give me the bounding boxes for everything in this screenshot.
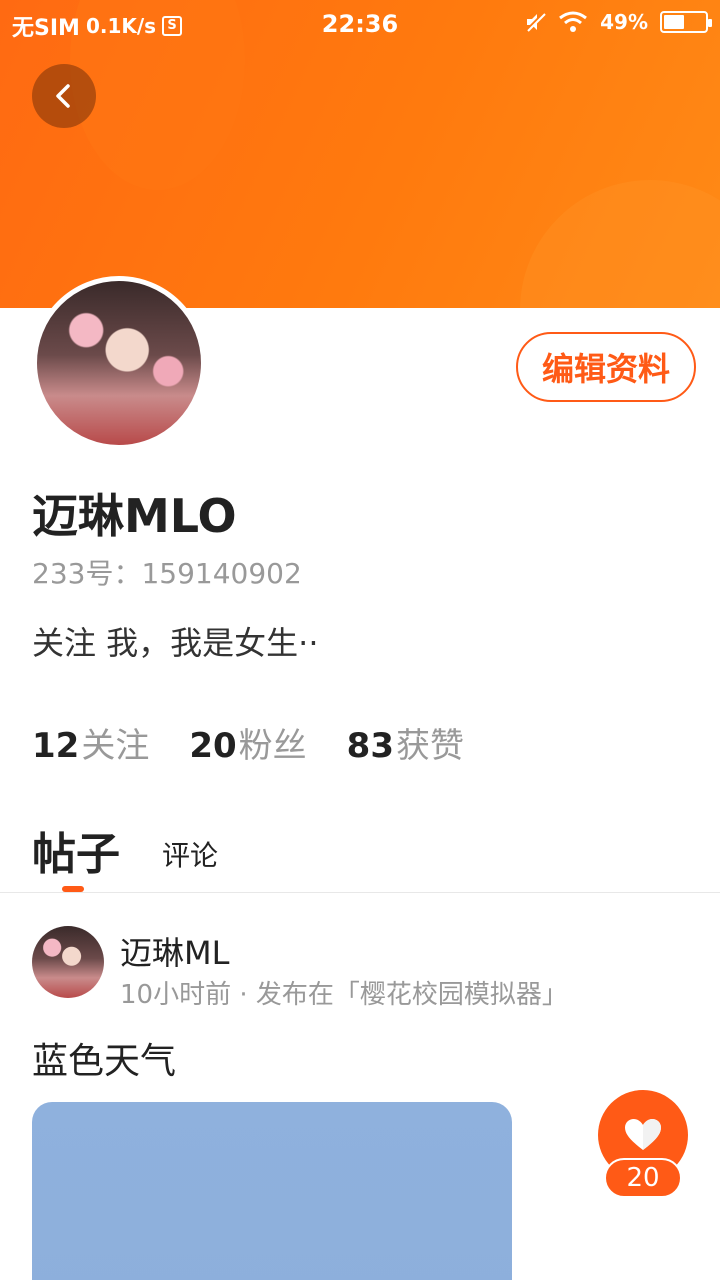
post-author-name[interactable]: 迈琳ML (120, 928, 229, 974)
profile-bio: 关注 我，我是女生·· (32, 624, 319, 662)
post-title[interactable]: 蓝色天气 (32, 1032, 176, 1084)
tab-comments[interactable]: 评论 (162, 834, 218, 882)
stat-number: 12 (32, 726, 80, 766)
battery-percent: 49% (600, 10, 648, 34)
status-bar: 无SIM 0.1K/s S 22:36 49% (0, 0, 720, 50)
chevron-left-icon (56, 84, 70, 108)
heart-icon (625, 1119, 661, 1150)
profile-id: 233号：159140902 (32, 557, 302, 590)
tabs-divider (0, 892, 720, 893)
back-button[interactable] (32, 64, 96, 128)
banner-decoration (520, 180, 720, 308)
stat-label: 关注 (81, 726, 150, 766)
post-image[interactable] (32, 1102, 512, 1280)
post-author-avatar[interactable] (32, 926, 104, 998)
wifi-icon (559, 11, 588, 32)
edit-profile-button[interactable]: 编辑资料 (516, 332, 696, 402)
profile-stats: 12 关注 20 粉丝 83 获赞 (32, 718, 464, 767)
status-right: 49% (524, 10, 712, 34)
battery-fill (664, 15, 684, 29)
tab-posts-label: 帖子 (32, 829, 120, 880)
stat-label: 粉丝 (238, 726, 307, 766)
stat-followers[interactable]: 20 粉丝 (189, 718, 306, 767)
stat-number: 83 (346, 726, 394, 766)
stat-following[interactable]: 12 关注 (32, 718, 149, 767)
stat-likes[interactable]: 83 获赞 (347, 718, 464, 767)
tab-posts[interactable]: 帖子 (32, 818, 120, 892)
stat-number: 20 (189, 726, 237, 766)
like-count: 20 (604, 1158, 682, 1198)
mute-icon (525, 11, 546, 33)
post-meta: 10小时前 · 发布在「樱花校园模拟器」 (120, 980, 568, 1010)
profile-avatar[interactable] (32, 276, 206, 450)
content-tabs: 帖子 评论 (32, 818, 218, 892)
battery-icon (660, 11, 712, 33)
profile-name: 迈琳MLO (32, 489, 237, 543)
stat-label: 获赞 (395, 726, 464, 766)
